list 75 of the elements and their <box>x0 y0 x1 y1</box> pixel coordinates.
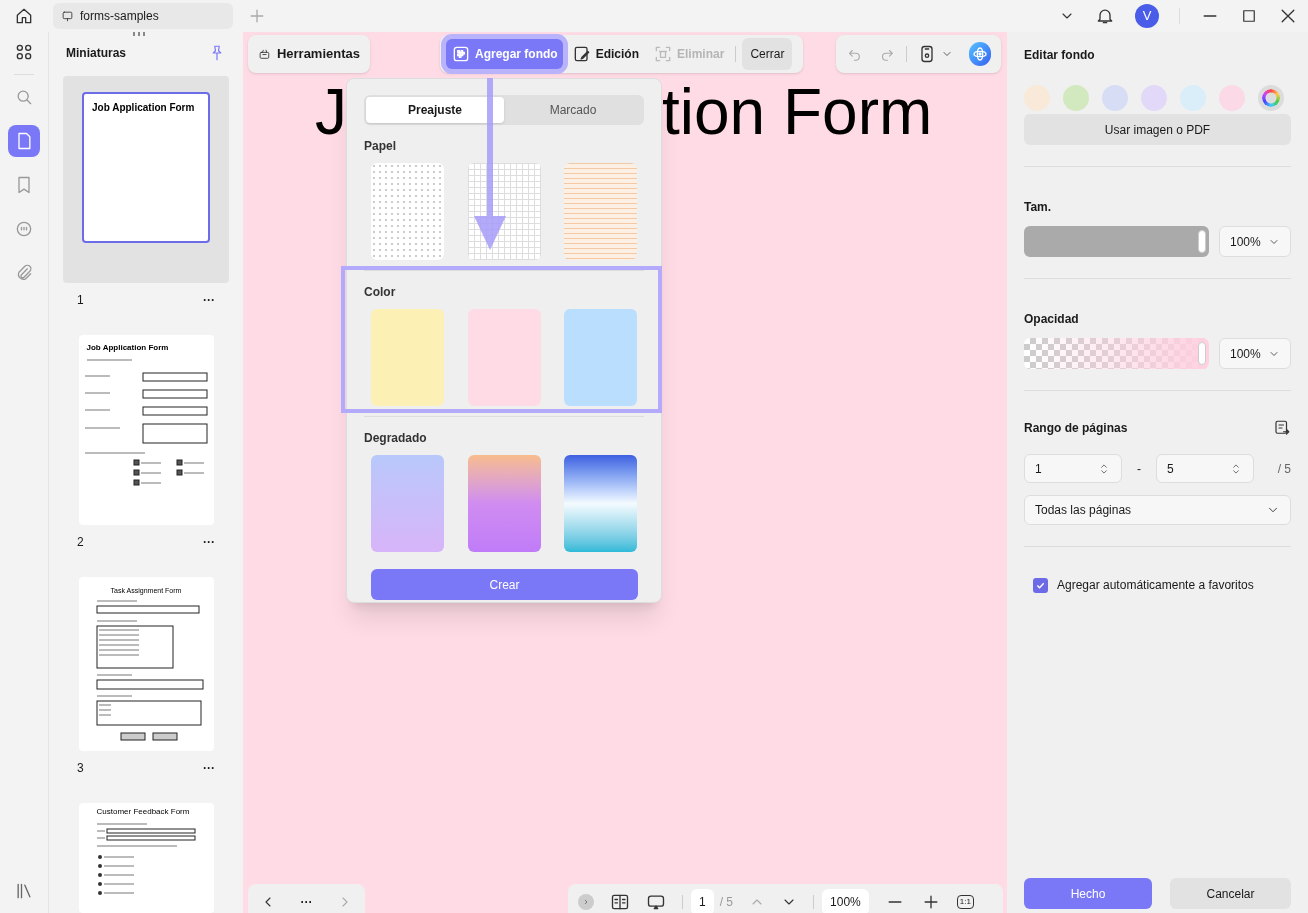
tools-button[interactable]: Herramientas <box>248 35 370 73</box>
book-icon[interactable] <box>610 892 630 912</box>
section-label: Opacidad <box>1024 311 1080 328</box>
checkbox-label: Agregar automáticamente a favoritos <box>1057 577 1254 594</box>
expand-icon[interactable] <box>578 894 594 910</box>
range-separator: - <box>1137 460 1141 478</box>
gradient-swatch[interactable] <box>467 455 541 552</box>
user-avatar[interactable]: V <box>1135 4 1159 28</box>
section-title: Degradado <box>364 430 428 447</box>
page-number: 3 <box>77 760 84 777</box>
done-button[interactable]: Hecho <box>1024 878 1152 909</box>
more-button[interactable]: ··· <box>300 893 313 911</box>
monitor-icon <box>61 9 74 23</box>
panel-title: Editar fondo <box>1024 47 1096 64</box>
page-number: 2 <box>77 534 84 551</box>
page-title: Job Application Form <box>85 342 170 353</box>
section-title: Color <box>364 284 397 301</box>
page-title: Customer Feedback Form <box>95 806 191 817</box>
document-title: tion Form <box>662 75 933 150</box>
checkbox[interactable] <box>1033 577 1048 593</box>
section-title: Papel <box>364 138 397 155</box>
home-icon[interactable] <box>14 6 34 26</box>
gradient-swatch[interactable] <box>564 455 637 552</box>
value-dropdown[interactable]: 100% <box>1219 226 1291 257</box>
actual-size-button[interactable]: 1:1 <box>956 895 974 909</box>
value-dropdown[interactable]: 100% <box>1219 338 1291 369</box>
more-button[interactable]: ··· <box>203 291 215 309</box>
more-button[interactable]: ··· <box>203 533 215 551</box>
segment-tab[interactable]: Preajuste <box>366 97 504 123</box>
page-number-field[interactable]: 1 <box>691 889 714 913</box>
page-range-icon[interactable] <box>1273 419 1291 437</box>
page-thumbnail[interactable]: Customer Feedback Form <box>78 803 214 913</box>
section-label: Tam. <box>1024 199 1053 216</box>
slider-track[interactable] <box>1024 338 1209 369</box>
zoom-field[interactable]: 100% <box>822 889 869 913</box>
drag-handle-icon[interactable] <box>133 32 145 36</box>
document-tab[interactable]: forms-samples <box>53 3 233 29</box>
panel-title: Miniaturas <box>66 45 126 62</box>
page-total: / 5 <box>719 894 734 911</box>
checker-icon <box>451 44 471 64</box>
segment-tab[interactable]: Marcado <box>504 97 642 123</box>
use-image-button[interactable]: Usar imagen o PDF <box>1024 114 1291 145</box>
grid-icon[interactable] <box>14 42 34 62</box>
color-swatch[interactable] <box>564 309 637 406</box>
page-thumbnail[interactable]: Job Application Form <box>78 335 214 525</box>
ai-assistant-icon[interactable] <box>968 42 991 66</box>
gradient-swatch[interactable] <box>371 455 444 552</box>
pages-dropdown[interactable]: Todas las páginas <box>1024 495 1291 525</box>
create-button[interactable]: Crear <box>371 569 638 600</box>
slider-track[interactable] <box>1024 226 1209 257</box>
number-field[interactable]: 1 <box>1024 454 1122 483</box>
color-option[interactable] <box>1024 85 1050 111</box>
custom-color-button[interactable] <box>1258 85 1284 111</box>
toolbar-tab[interactable]: Edición <box>566 39 644 69</box>
color-option[interactable] <box>1063 85 1089 111</box>
number-field[interactable]: 5 <box>1156 454 1254 483</box>
comment-icon[interactable] <box>14 219 34 239</box>
slider-thumb[interactable] <box>1198 230 1206 253</box>
document-title: J <box>315 75 347 150</box>
trash-icon <box>653 44 673 64</box>
page-total: / 5 <box>1277 460 1291 478</box>
close-button[interactable]: Cerrar <box>742 38 793 70</box>
color-option[interactable] <box>1102 85 1128 111</box>
cancel-button[interactable]: Cancelar <box>1170 878 1291 909</box>
more-button[interactable]: ··· <box>203 759 215 777</box>
lined-paper-swatch[interactable] <box>564 163 637 260</box>
page-thumbnail[interactable]: Job Application Form <box>82 92 210 243</box>
color-swatch[interactable] <box>371 309 444 406</box>
maximize-icon[interactable] <box>1240 7 1258 25</box>
slider-thumb[interactable] <box>1198 342 1206 365</box>
section-label: Rango de páginas <box>1024 420 1128 437</box>
page-number: 1 <box>77 292 84 309</box>
pages-tab[interactable] <box>8 125 40 157</box>
dotted-paper-swatch[interactable] <box>371 163 444 260</box>
page-title: Job Application Form <box>91 101 196 115</box>
